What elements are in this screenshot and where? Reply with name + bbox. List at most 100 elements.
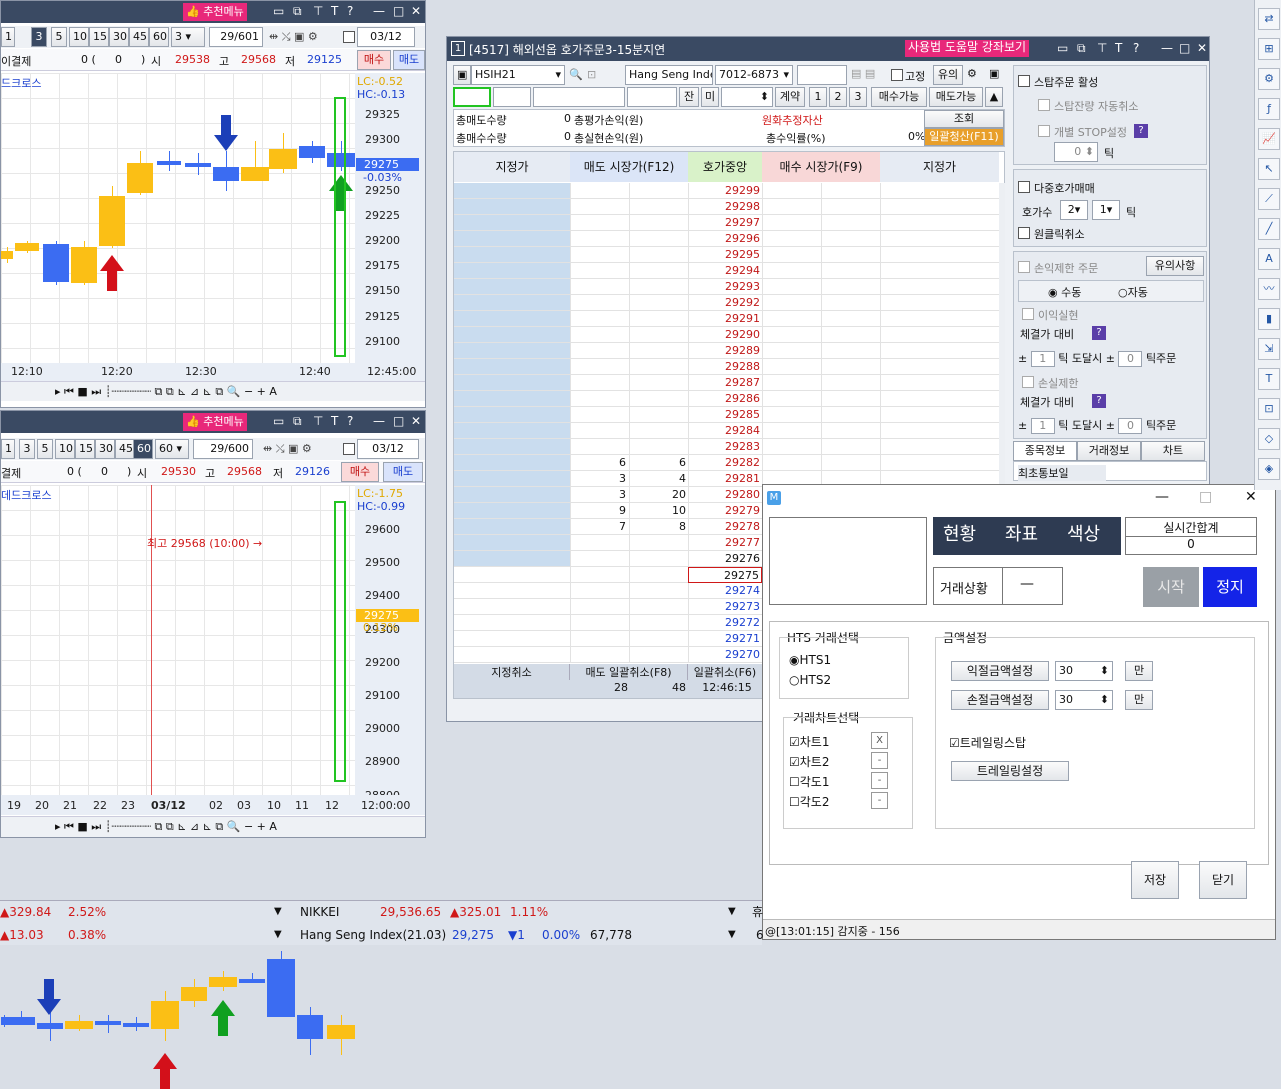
buy-button[interactable]: 매수	[357, 50, 391, 70]
settings-icon[interactable]: ⚙	[1258, 68, 1280, 90]
notice-button[interactable]: 유의	[933, 65, 963, 85]
qty-2-button[interactable]: 2	[829, 87, 847, 107]
orderbook-row[interactable]: 29291	[454, 311, 999, 327]
gear-icon[interactable]: ⚙	[967, 67, 977, 80]
qty-1-button[interactable]: 1	[809, 87, 827, 107]
restore-icon[interactable]: ⧉	[293, 414, 302, 429]
orderbook-row[interactable]: 29289	[454, 343, 999, 359]
price-cell[interactable]: 29292	[688, 295, 762, 311]
loss-amount-button[interactable]: 손절금액설정	[951, 690, 1049, 710]
price-cell[interactable]: 29279	[688, 503, 762, 519]
maximize-icon[interactable]: □	[393, 4, 404, 18]
tab-symbol-info[interactable]: 종목정보	[1013, 441, 1077, 461]
orderbook-row[interactable]: 29298	[454, 199, 999, 215]
price-cell[interactable]: 29277	[688, 535, 762, 551]
formula-icon[interactable]: ƒ	[1258, 98, 1280, 120]
recommend-menu-button[interactable]: 👍 추천메뉴	[183, 3, 247, 21]
period-15[interactable]: 15	[75, 439, 95, 459]
tab-chart[interactable]: 차트	[1141, 441, 1205, 461]
fixed-checkbox[interactable]	[891, 69, 903, 81]
price-cell[interactable]: 29298	[688, 199, 762, 215]
buy-button[interactable]: 매수	[341, 462, 379, 482]
price-cell[interactable]: 29270	[688, 647, 762, 663]
header-market-buy[interactable]: 매수 시장가(F9)	[762, 152, 880, 182]
window-icon[interactable]: ▣	[989, 67, 999, 80]
period-60[interactable]: 60	[149, 27, 169, 47]
price-cell[interactable]: 29297	[688, 215, 762, 231]
cancel-all-button[interactable]: 일괄취소(F6)	[688, 664, 762, 680]
text-icon[interactable]: T	[331, 414, 338, 428]
maximize-icon[interactable]: □	[393, 414, 404, 428]
orderbook-row[interactable]: 29284	[454, 423, 999, 439]
chart-select-checkbox[interactable]: ☐각도2	[789, 793, 829, 810]
loss-checkbox[interactable]	[1022, 376, 1034, 388]
orderbook-row[interactable]: 29292	[454, 295, 999, 311]
window-icon[interactable]: ▭	[273, 4, 284, 18]
hts1-radio[interactable]: ◉HTS1	[789, 653, 831, 667]
price-cell[interactable]: 29274	[688, 583, 762, 599]
refresh-icon[interactable]: ⇄	[1258, 8, 1280, 30]
close-icon[interactable]: ✕	[1197, 41, 1207, 55]
pl-limit-checkbox[interactable]	[1018, 261, 1030, 273]
pin-icon[interactable]: ⊤	[1097, 41, 1107, 55]
orderbook-row[interactable]: 29295	[454, 247, 999, 263]
hoga-count-select-1[interactable]: 2▾	[1060, 200, 1088, 220]
price-cell[interactable]: 29291	[688, 311, 762, 327]
period-1[interactable]: 1	[1, 27, 15, 47]
candle-icon[interactable]: ▮	[1258, 308, 1280, 330]
notice-detail-button[interactable]: 유의사항	[1146, 256, 1204, 276]
cursor-icon[interactable]: ↖	[1258, 158, 1280, 180]
qty-field-1[interactable]	[493, 87, 531, 107]
orderbook-row[interactable]: 29290	[454, 327, 999, 343]
help-icon[interactable]: ?	[347, 414, 353, 428]
indiv-stop-checkbox[interactable]	[1038, 125, 1050, 137]
scroll-controls-icon[interactable]: ▸ ⏮ ■ ⏭ ┊┈┈┈┈┈┈ ⧉ ⧉ ⊾ ⊿ ⊾ ⧉ 🔍 − + A	[55, 385, 277, 399]
close-icon[interactable]: ✕	[1245, 489, 1257, 505]
oneclick-checkbox[interactable]	[1018, 227, 1030, 239]
eraser-icon[interactable]: ◇	[1258, 428, 1280, 450]
help-icon[interactable]: ?	[347, 4, 353, 18]
wave-icon[interactable]: 〰	[1258, 278, 1280, 300]
help-icon[interactable]: ?	[1133, 41, 1139, 55]
restore-icon[interactable]: ⧉	[1077, 41, 1086, 56]
price-cell[interactable]: 29287	[688, 375, 762, 391]
date-checkbox[interactable]	[343, 31, 355, 43]
date-field[interactable]: 03/12	[357, 439, 419, 459]
qty-3-button[interactable]: 3	[849, 87, 867, 107]
sell-button[interactable]: 매도	[383, 462, 423, 482]
cancel-limit-button[interactable]: 지정취소	[454, 664, 570, 680]
maximize-icon[interactable]: □	[1199, 489, 1212, 505]
profit-amount-button[interactable]: 익절금액설정	[951, 661, 1049, 681]
zoom-icon[interactable]: ⊡	[1258, 398, 1280, 420]
period-select[interactable]: 60 ▾	[155, 439, 189, 459]
collapse-button[interactable]: ▲	[985, 87, 1003, 107]
period-30[interactable]: 30	[109, 27, 129, 47]
window-icon[interactable]: ▭	[1057, 41, 1068, 55]
period-10[interactable]: 10	[69, 27, 89, 47]
chart-mark-button[interactable]: X	[871, 732, 888, 749]
tab-coords[interactable]: 좌표	[1005, 517, 1038, 553]
price-cell[interactable]: 29275	[688, 567, 762, 583]
profit-amount-input[interactable]: 30 ⬍	[1055, 661, 1113, 681]
count-field[interactable]: 29/600	[193, 439, 253, 459]
loss-unit-button[interactable]: 만	[1125, 690, 1153, 710]
price-cell[interactable]: 29284	[688, 423, 762, 439]
lookup-button[interactable]: 조회	[924, 110, 1004, 128]
price-cell[interactable]: 29273	[688, 599, 762, 615]
minimize-icon[interactable]: —	[373, 414, 385, 428]
price-cell[interactable]: 29280	[688, 487, 762, 503]
minimize-icon[interactable]: —	[1161, 41, 1173, 55]
chart-icon[interactable]: 📈	[1258, 128, 1280, 150]
recommend-menu-button-2[interactable]: 👍 추천메뉴	[183, 413, 247, 431]
price-cell[interactable]: 29283	[688, 439, 762, 455]
jan-button[interactable]: 잔	[679, 87, 699, 107]
trailing-checkbox[interactable]: ☑트레일링스탑	[949, 734, 1026, 751]
chart-select-checkbox[interactable]: ☑차트2	[789, 753, 829, 770]
count-field[interactable]: 29/601	[209, 27, 263, 47]
mi-button[interactable]: 미	[701, 87, 719, 107]
chart1-scroll[interactable]: ▸ ⏮ ■ ⏭ ┊┈┈┈┈┈┈ ⧉ ⧉ ⊾ ⊿ ⊾ ⧉ 🔍 − + A	[1, 381, 425, 401]
orderbook-row[interactable]: 29299	[454, 183, 999, 199]
question-icon[interactable]: ?	[1092, 394, 1106, 408]
period-30[interactable]: 30	[95, 439, 115, 459]
date-field[interactable]: 03/12	[357, 27, 415, 47]
